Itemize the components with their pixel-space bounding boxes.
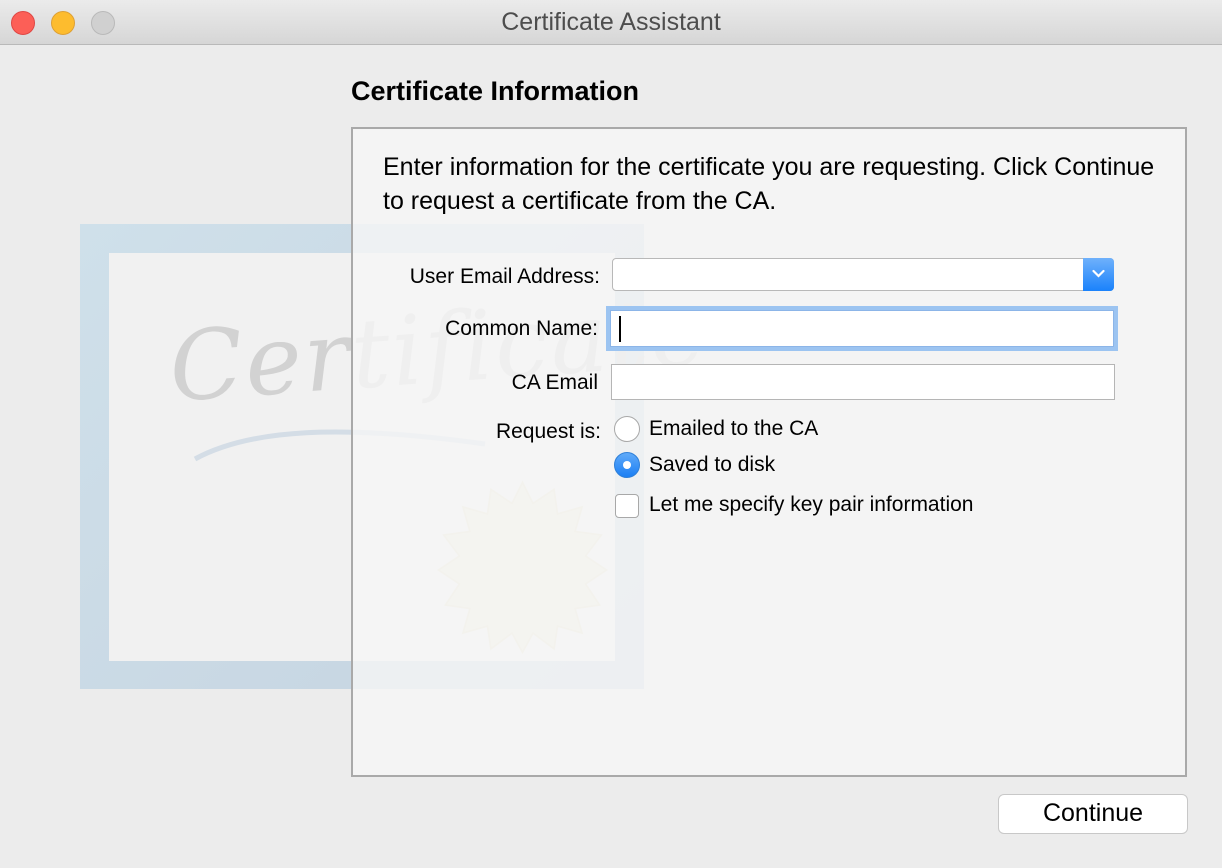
request-is-label: Request is: — [495, 420, 601, 443]
key-pair-checkbox[interactable] — [615, 494, 639, 518]
user-email-label: User Email Address: — [409, 265, 600, 288]
ca-email-label: CA Email — [511, 371, 598, 394]
emailed-to-ca-label[interactable]: Emailed to the CA — [649, 417, 818, 441]
saved-to-disk-label[interactable]: Saved to disk — [649, 453, 775, 477]
emailed-to-ca-radio[interactable] — [614, 416, 640, 442]
user-email-dropdown-button[interactable] — [1083, 258, 1114, 291]
certificate-assistant-window: Certificate Assistant Certificate Certif… — [0, 0, 1222, 868]
key-pair-label[interactable]: Let me specify key pair information — [649, 493, 973, 517]
title-bar: Certificate Assistant — [0, 0, 1222, 45]
continue-button[interactable]: Continue — [998, 794, 1188, 834]
form-panel — [351, 127, 1187, 777]
intro-text: Enter information for the certificate yo… — [383, 153, 1155, 215]
text-caret — [619, 316, 621, 342]
user-email-combobox[interactable] — [612, 258, 1114, 291]
saved-to-disk-radio[interactable] — [614, 452, 640, 478]
common-name-label: Common Name: — [445, 317, 598, 340]
section-heading: Certificate Information — [351, 76, 640, 106]
ca-email-input[interactable] — [611, 364, 1115, 400]
common-name-input[interactable] — [610, 310, 1114, 347]
window-title: Certificate Assistant — [501, 8, 721, 36]
chevron-down-icon — [1092, 269, 1105, 278]
